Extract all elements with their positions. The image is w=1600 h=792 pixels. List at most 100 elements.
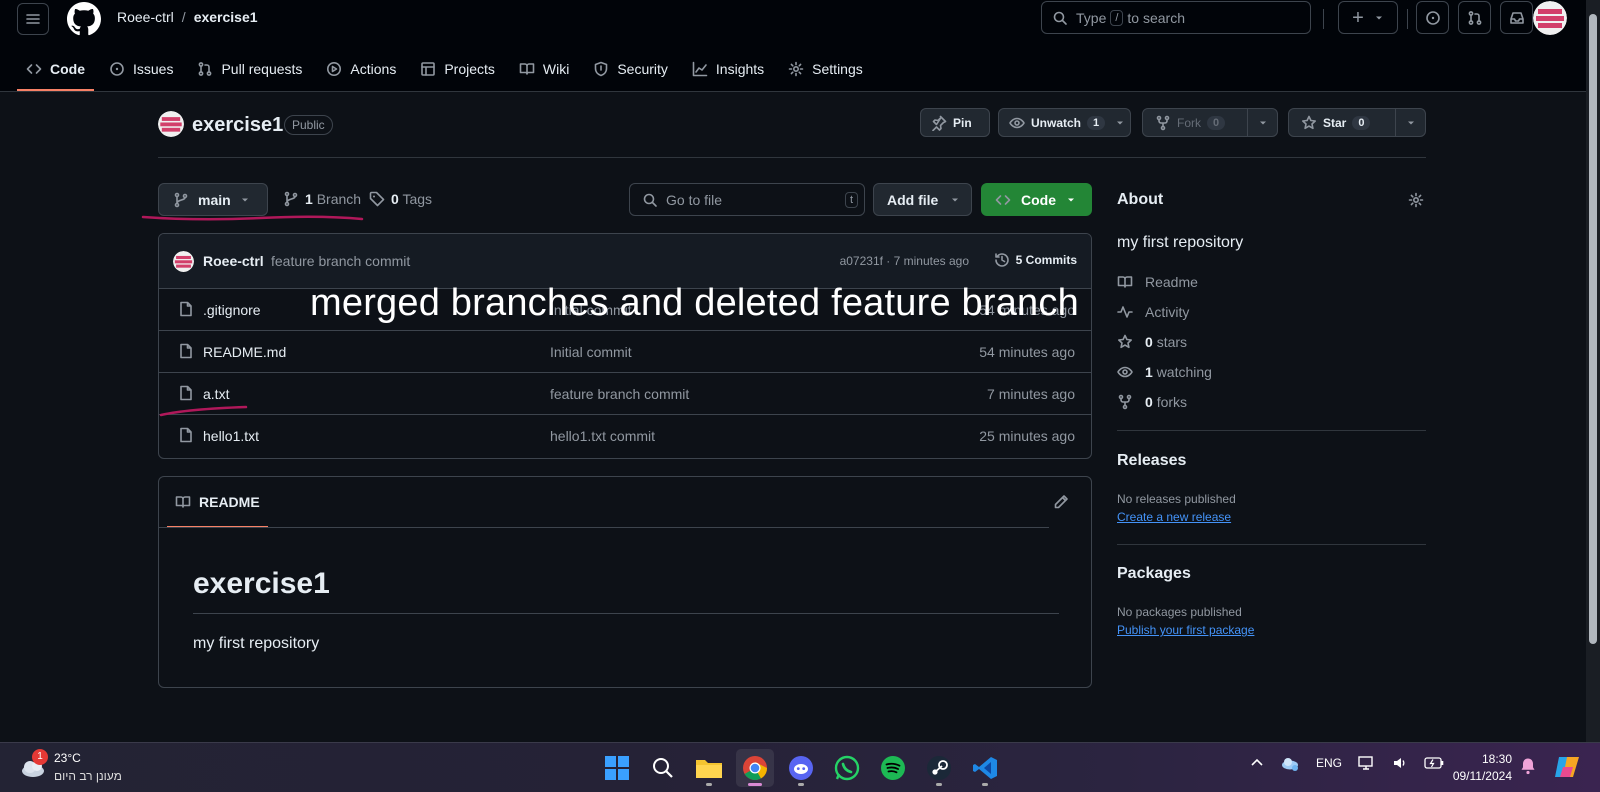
fork-dropdown[interactable] xyxy=(1247,109,1277,136)
divider xyxy=(159,527,1049,528)
issues-button[interactable] xyxy=(1416,1,1449,34)
tab-wiki[interactable]: Wiki xyxy=(510,51,578,87)
file-explorer-app[interactable] xyxy=(690,749,728,787)
watchers-link[interactable]: 1 watching xyxy=(1117,364,1212,380)
identicon-icon xyxy=(1533,1,1567,35)
create-release-link[interactable]: Create a new release xyxy=(1117,510,1231,524)
caret-down-icon xyxy=(1375,16,1382,19)
discord-app[interactable] xyxy=(782,749,820,787)
commit-message[interactable]: feature branch commit xyxy=(271,253,410,269)
system-clock[interactable]: 18:30 09/11/2024 xyxy=(1452,751,1512,785)
github-logo-icon[interactable] xyxy=(67,2,101,36)
file-name[interactable]: a.txt xyxy=(203,386,229,402)
tab-insights[interactable]: Insights xyxy=(683,51,773,87)
commits-count: 5 Commits xyxy=(1015,253,1077,267)
copilot-icon xyxy=(1555,757,1579,777)
packages-heading[interactable]: Packages xyxy=(1117,565,1191,583)
file-name[interactable]: .gitignore xyxy=(203,302,261,318)
file-commit-message[interactable]: feature branch commit xyxy=(550,386,689,402)
tab-actions[interactable]: Actions xyxy=(317,51,405,87)
repo-title[interactable]: exercise1 xyxy=(192,114,283,137)
code-button[interactable]: Code xyxy=(981,183,1092,216)
publish-package-link[interactable]: Publish your first package xyxy=(1117,623,1254,637)
vscode-app[interactable] xyxy=(966,749,1004,787)
file-name[interactable]: hello1.txt xyxy=(203,428,259,444)
commit-author-avatar[interactable] xyxy=(173,251,194,272)
breadcrumb-repo[interactable]: exercise1 xyxy=(194,9,258,25)
battery-icon[interactable] xyxy=(1424,756,1444,770)
annotation-caption: merged branches and deleted feature bran… xyxy=(310,282,1079,324)
issue-icon xyxy=(110,62,124,76)
chrome-app[interactable] xyxy=(736,749,774,787)
input-language[interactable]: ENG xyxy=(1316,756,1342,770)
breadcrumb-separator: / xyxy=(181,9,186,25)
taskbar-search-button[interactable] xyxy=(644,749,682,787)
add-file-button[interactable]: Add file xyxy=(873,183,972,216)
steam-app[interactable] xyxy=(920,749,958,787)
commit-author[interactable]: Roee-ctrl xyxy=(203,253,264,269)
page-scrollbar[interactable] xyxy=(1586,0,1600,742)
weather-temperature: 23°C xyxy=(54,751,81,765)
star-counter: 0 xyxy=(1352,115,1371,130)
unwatch-button[interactable]: Unwatch 1 xyxy=(998,108,1131,137)
commits-link[interactable]: 5 Commits xyxy=(994,252,1077,268)
star-button[interactable]: Star 0 xyxy=(1288,108,1426,137)
file-commit-message[interactable]: hello1.txt commit xyxy=(550,428,655,444)
file-row[interactable]: hello1.txt hello1.txt commit 25 minutes … xyxy=(159,415,1091,457)
file-row[interactable]: README.md Initial commit 54 minutes ago xyxy=(159,331,1091,373)
activity-link[interactable]: Activity xyxy=(1117,304,1189,320)
user-avatar[interactable] xyxy=(1533,1,1567,35)
notifications-button[interactable] xyxy=(1520,757,1536,775)
chevron-up-icon[interactable] xyxy=(1250,756,1264,770)
spotify-app[interactable] xyxy=(874,749,912,787)
fork-label: Fork xyxy=(1177,115,1201,130)
network-icon[interactable] xyxy=(1358,755,1376,771)
about-heading: About xyxy=(1117,191,1164,208)
onedrive-icon[interactable] xyxy=(1280,755,1300,771)
create-new-button[interactable]: + xyxy=(1338,1,1398,34)
edit-readme-button[interactable] xyxy=(1053,494,1069,510)
tab-pull-requests[interactable]: Pull requests xyxy=(188,51,311,87)
file-commit-message[interactable]: Initial commit xyxy=(550,344,632,360)
fork-button[interactable]: Fork 0 xyxy=(1142,108,1278,137)
tab-projects[interactable]: Projects xyxy=(411,51,504,87)
tab-issues[interactable]: Issues xyxy=(100,51,182,87)
inbox-button[interactable] xyxy=(1500,1,1533,34)
go-to-file-input[interactable]: Go to file t xyxy=(629,183,865,216)
star-dropdown[interactable] xyxy=(1395,109,1425,136)
readme-tab[interactable]: README xyxy=(167,477,268,528)
stars-link[interactable]: 0 stars xyxy=(1117,334,1187,350)
tab-code[interactable]: Code xyxy=(17,51,94,91)
readme-link[interactable]: Readme xyxy=(1117,274,1198,290)
pull-requests-button[interactable] xyxy=(1458,1,1491,34)
edit-about-button[interactable] xyxy=(1408,192,1424,208)
search-input[interactable]: Type / to search xyxy=(1041,1,1311,34)
scrollbar-thumb[interactable] xyxy=(1589,14,1597,644)
tab-security[interactable]: Security xyxy=(584,51,677,87)
whatsapp-app[interactable] xyxy=(828,749,866,787)
weather-widget[interactable]: 1 xyxy=(19,749,49,781)
file-icon xyxy=(180,343,192,359)
copilot-button[interactable] xyxy=(1553,753,1581,781)
breadcrumb-owner[interactable]: Roee-ctrl xyxy=(117,9,174,25)
tab-label: Insights xyxy=(715,61,765,77)
releases-empty-text: No releases published xyxy=(1117,492,1236,506)
file-commit-time: 25 minutes ago xyxy=(979,428,1075,444)
branch-selector[interactable]: main xyxy=(158,183,268,216)
search-prefix: Type xyxy=(1076,9,1107,26)
volume-icon[interactable] xyxy=(1392,755,1408,771)
pin-button[interactable]: Pin xyxy=(920,108,990,137)
file-row[interactable]: a.txt feature branch commit 7 minutes ag… xyxy=(159,373,1091,415)
file-name[interactable]: README.md xyxy=(203,344,286,360)
tags-link[interactable]: 0 Tags xyxy=(369,191,432,207)
plus-icon: + xyxy=(1352,6,1364,29)
repo-owner-avatar[interactable] xyxy=(158,111,184,137)
branches-link[interactable]: 1 Branch xyxy=(283,191,361,207)
menu-button[interactable] xyxy=(17,3,49,35)
tab-settings[interactable]: Settings xyxy=(779,51,872,87)
releases-heading[interactable]: Releases xyxy=(1117,452,1186,470)
commit-hash-time[interactable]: a07231f · 7 minutes ago xyxy=(840,254,969,268)
branch-name: main xyxy=(198,191,231,208)
start-button[interactable] xyxy=(598,749,636,787)
forks-link[interactable]: 0 forks xyxy=(1117,394,1187,410)
